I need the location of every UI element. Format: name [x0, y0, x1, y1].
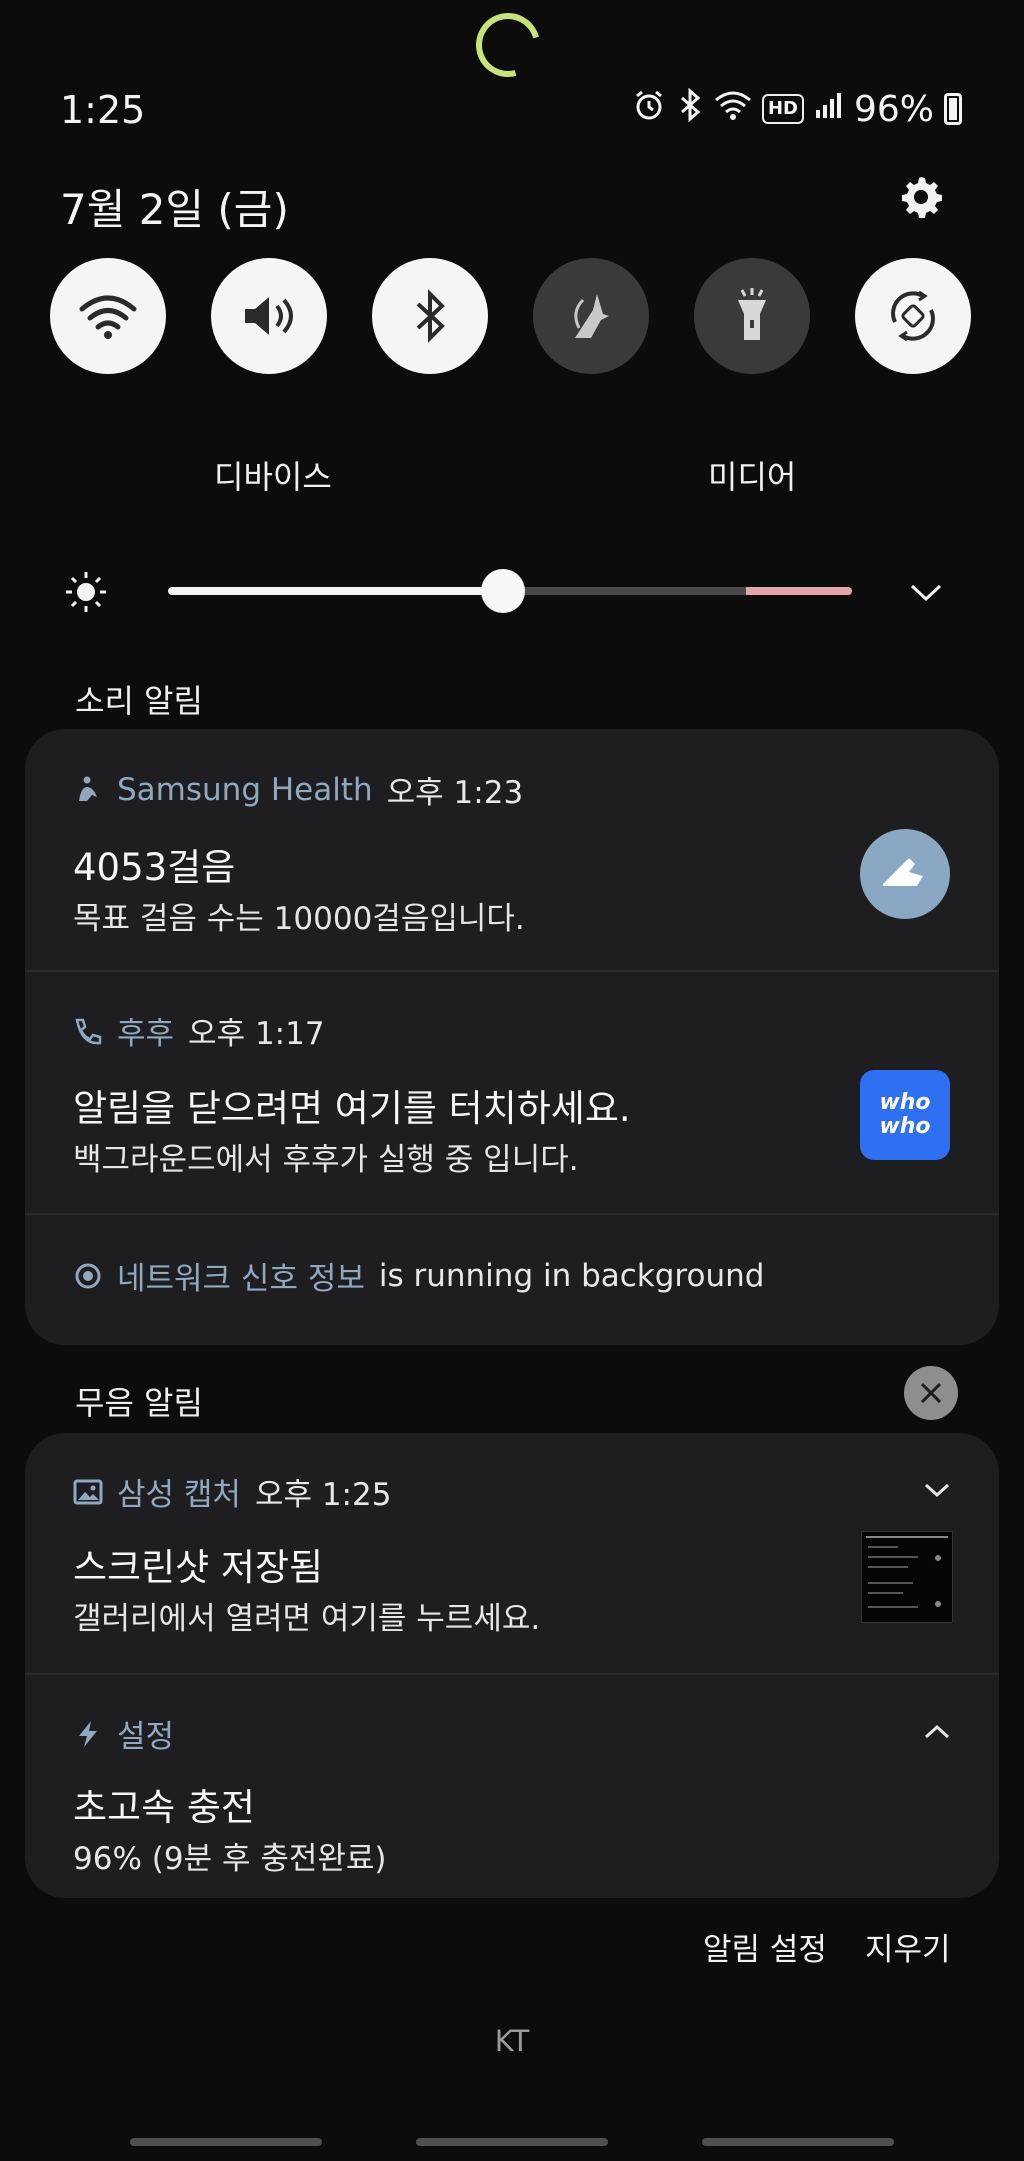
notification-whowho[interactable]: 후후 오후 1:17 알림을 닫으려면 여기를 터치하세요. 백그라운드에서 후… — [25, 972, 999, 1213]
notification-app-name: Samsung Health — [117, 771, 373, 808]
brightness-sun-icon — [64, 570, 108, 614]
sound-notifications-card: Samsung Health 오후 1:23 4053걸음 목표 걸음 수는 1… — [25, 729, 999, 1345]
notification-title: 스크린샷 저장됨 — [73, 1546, 324, 1589]
bluetooth-icon — [416, 289, 445, 343]
notification-body: 96% (9분 후 충전완료) — [73, 1841, 387, 1877]
flashlight-icon — [738, 288, 766, 340]
notification-title: 알림을 닫으려면 여기를 터치하세요. — [73, 1087, 631, 1130]
nav-back-hint[interactable] — [702, 2138, 894, 2146]
whowho-logo-text-2: who — [879, 1114, 931, 1139]
lightning-bolt-icon — [73, 1719, 103, 1749]
flashlight-toggle[interactable] — [694, 258, 810, 374]
notification-time: 오후 1:23 — [386, 775, 524, 811]
whowho-logo-text-1: who — [879, 1090, 931, 1115]
power-saving-icon — [574, 294, 609, 338]
carrier-label: KT — [494, 2024, 530, 2058]
battery-charging-icon — [944, 93, 962, 125]
whowho-phone-icon — [73, 1016, 103, 1046]
notification-header: 설정 — [73, 1711, 174, 1756]
notification-app-name: 삼성 캡처 — [117, 1477, 241, 1513]
brightness-slider-fill — [168, 587, 504, 595]
device-button[interactable]: 디바이스 — [214, 452, 332, 498]
signal-icon — [814, 90, 844, 128]
auto-rotate-icon — [891, 290, 935, 342]
clear-all-button[interactable]: 지우기 — [865, 1924, 951, 1969]
silent-notifications-card: 삼성 캡처 오후 1:25 스크린샷 저장됨 갤러리에서 열려면 여기를 누르세… — [25, 1433, 999, 1898]
wifi-icon — [79, 295, 137, 339]
network-signal-icon — [73, 1261, 103, 1291]
image-icon — [73, 1477, 103, 1507]
notification-time: 오후 1:17 — [188, 1016, 325, 1052]
notification-header: 네트워크 신호 정보 is running in background — [73, 1253, 764, 1298]
nav-home-hint[interactable] — [416, 2138, 608, 2146]
notification-samsung-capture[interactable]: 삼성 캡처 오후 1:25 스크린샷 저장됨 갤러리에서 열려면 여기를 누르세… — [25, 1433, 999, 1673]
notification-samsung-health[interactable]: Samsung Health 오후 1:23 4053걸음 목표 걸음 수는 1… — [25, 729, 999, 970]
notification-status-text: is running in background — [378, 1257, 765, 1294]
bluetooth-icon — [676, 87, 704, 130]
notification-app-name: 설정 — [117, 1719, 175, 1755]
power-saving-toggle[interactable] — [533, 258, 649, 374]
notification-body: 백그라운드에서 후후가 실행 중 입니다. — [73, 1142, 579, 1178]
brightness-slider-thumb[interactable] — [481, 569, 526, 613]
notification-title: 4053걸음 — [73, 846, 236, 889]
notification-body: 목표 걸음 수는 10000걸음입니다. — [73, 901, 525, 937]
expand-chevron-down-icon[interactable] — [906, 572, 946, 612]
sound-icon — [245, 297, 293, 335]
collapse-chevron-up-icon[interactable] — [920, 1715, 954, 1749]
hd-voice-icon: HD — [761, 94, 804, 124]
notification-app-name: 후후 — [117, 1016, 175, 1052]
sound-toggle[interactable] — [211, 258, 327, 374]
wifi-toggle[interactable] — [50, 258, 166, 374]
shoe-icon — [860, 829, 950, 919]
quick-settings-row — [50, 258, 974, 374]
alarm-icon — [632, 88, 666, 130]
samsung-health-icon — [73, 775, 103, 805]
screenshot-thumbnail — [861, 1531, 953, 1623]
notification-body: 갤러리에서 열려면 여기를 누르세요. — [73, 1601, 541, 1637]
notification-header: 삼성 캡처 오후 1:25 — [73, 1469, 391, 1514]
notification-time: 오후 1:25 — [254, 1477, 392, 1513]
notification-network-signal-info[interactable]: 네트워크 신호 정보 is running in background — [25, 1215, 999, 1345]
battery-percent: 96% — [853, 88, 934, 130]
settings-gear-icon[interactable] — [896, 173, 946, 223]
auto-rotate-toggle[interactable] — [855, 258, 971, 374]
brightness-high-warning-zone — [746, 587, 852, 595]
notification-settings-charging[interactable]: 설정 초고속 충전 96% (9분 후 충전완료) — [25, 1675, 999, 1898]
wifi-icon — [714, 90, 752, 128]
notification-settings-button[interactable]: 알림 설정 — [703, 1924, 827, 1969]
notification-header: 후후 오후 1:17 — [73, 1008, 325, 1053]
expand-chevron-down-icon[interactable] — [920, 1473, 954, 1507]
date-label: 7월 2일 (금) — [60, 185, 289, 234]
status-icons: HD 96% — [632, 87, 962, 130]
media-button[interactable]: 미디어 — [708, 452, 796, 498]
nav-recent-hint[interactable] — [130, 2138, 322, 2146]
loading-ring-icon — [464, 1, 552, 89]
status-time: 1:25 — [60, 88, 146, 132]
bluetooth-toggle[interactable] — [372, 258, 488, 374]
notification-title: 초고속 충전 — [73, 1786, 255, 1829]
notification-app-name: 네트워크 신호 정보 — [117, 1261, 365, 1297]
clear-silent-close-icon[interactable] — [904, 1366, 958, 1420]
sound-notifications-title: 소리 알림 — [75, 682, 203, 720]
notification-header: Samsung Health 오후 1:23 — [73, 767, 523, 812]
silent-notifications-title: 무음 알림 — [75, 1384, 203, 1422]
whowho-logo-icon: who who — [860, 1070, 950, 1160]
